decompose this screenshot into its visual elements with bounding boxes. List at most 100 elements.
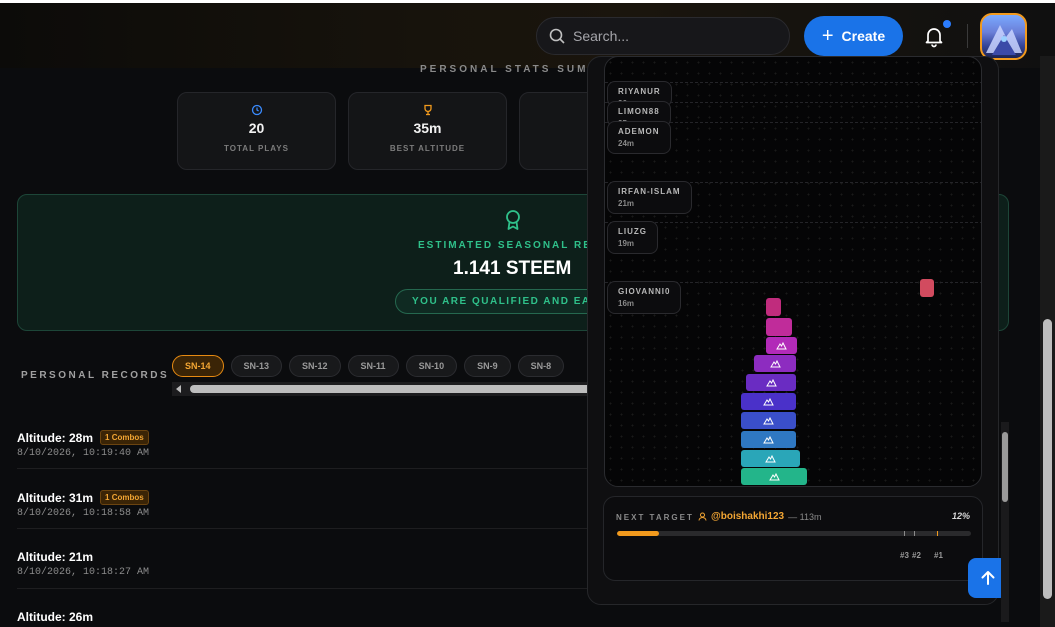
record-divider bbox=[17, 468, 597, 469]
rank-label: #1 bbox=[934, 551, 943, 560]
tower-block bbox=[741, 450, 800, 467]
progress-bar bbox=[617, 531, 971, 536]
record-item: Altitude: 31m 1 Combos 8/10/2026, 10:18:5… bbox=[17, 490, 597, 519]
bell-icon[interactable] bbox=[922, 24, 946, 48]
marker-height: 19m bbox=[618, 239, 635, 248]
season-scrollbar[interactable] bbox=[172, 382, 610, 396]
record-timestamp: 8/10/2026, 10:18:58 AM bbox=[17, 508, 150, 519]
record-altitude: Altitude: 31m bbox=[17, 490, 94, 505]
marker-line bbox=[605, 222, 981, 223]
leaderboard-marker: LIUZG 19m bbox=[607, 221, 658, 254]
record-altitude: Altitude: 26m bbox=[17, 610, 94, 624]
mountain-icon bbox=[776, 341, 787, 350]
tower-block bbox=[766, 337, 797, 354]
season-tabs: SN-14 SN-13 SN-12 SN-11 SN-10 SN-9 SN-8 bbox=[172, 355, 565, 377]
combo-badge: 1 Combos bbox=[100, 430, 149, 445]
marker-name: RIYANUR bbox=[618, 87, 661, 96]
mountain-icon bbox=[763, 416, 774, 425]
next-target-label: NEXT TARGET bbox=[616, 513, 694, 522]
arrow-up-icon bbox=[981, 571, 995, 585]
create-button[interactable]: + Create bbox=[804, 16, 903, 56]
leaderboard-marker: ADEMON 24m bbox=[607, 121, 671, 154]
mountain-icon bbox=[765, 454, 776, 463]
rank-tick bbox=[914, 531, 915, 536]
notification-dot bbox=[943, 20, 951, 28]
header-divider bbox=[967, 24, 968, 48]
target-distance: — 113m bbox=[788, 511, 822, 522]
history-icon bbox=[251, 104, 262, 116]
marker-name: LIMON88 bbox=[618, 107, 660, 116]
reward-value: 1.141 STEEM bbox=[453, 258, 572, 279]
tab-sn-9[interactable]: SN-9 bbox=[464, 355, 511, 377]
mountain-icon bbox=[768, 472, 780, 481]
scrollbar-thumb[interactable] bbox=[190, 385, 610, 393]
tab-sn-10[interactable]: SN-10 bbox=[405, 355, 458, 377]
avatar[interactable] bbox=[980, 13, 1027, 60]
panel-scrollbar[interactable] bbox=[1001, 422, 1009, 622]
award-icon bbox=[506, 210, 520, 230]
stat-card-best-altitude: 35m BEST ALTITUDE bbox=[348, 92, 507, 170]
record-timestamp: 8/10/2026, 10:19:40 AM bbox=[17, 448, 150, 459]
rank-tick bbox=[904, 531, 905, 536]
user-icon bbox=[698, 512, 707, 521]
stat-label: TOTAL PLAYS bbox=[224, 144, 289, 153]
rank-label: #2 bbox=[912, 551, 921, 560]
record-item: Altitude: 26m bbox=[17, 610, 597, 624]
marker-name: GIOVANNI0 bbox=[618, 287, 671, 296]
records-title: PERSONAL RECORDS bbox=[21, 370, 170, 381]
record-timestamp: 8/10/2026, 10:18:27 AM bbox=[17, 567, 150, 578]
target-user[interactable]: @boishakhi123 — 113m bbox=[698, 511, 821, 522]
tower-block bbox=[741, 393, 796, 410]
search-placeholder: Search... bbox=[573, 28, 630, 44]
mountain-icon bbox=[763, 435, 774, 444]
falling-block bbox=[920, 279, 934, 297]
game-canvas[interactable]: RIYANUR 26m LIMON88 25m ADEMON 24m IRFAN… bbox=[604, 56, 982, 487]
tower-block bbox=[741, 431, 796, 448]
tower-block bbox=[741, 468, 807, 485]
tower-block bbox=[766, 298, 781, 316]
plus-icon: + bbox=[821, 25, 834, 47]
tower-block bbox=[754, 355, 796, 372]
rank-tick bbox=[937, 531, 938, 536]
next-target-card: NEXT TARGET @boishakhi123 — 113m 12% #3 … bbox=[603, 496, 983, 581]
record-item: Altitude: 21m 8/10/2026, 10:18:27 AM bbox=[17, 550, 597, 578]
mountain-icon bbox=[763, 397, 774, 406]
record-divider bbox=[17, 588, 597, 589]
tab-sn-14[interactable]: SN-14 bbox=[172, 355, 224, 377]
marker-height: 21m bbox=[618, 199, 635, 208]
record-divider bbox=[17, 528, 597, 529]
marker-name: ADEMON bbox=[618, 127, 660, 136]
marker-name: IRFAN-ISLAM bbox=[618, 187, 681, 196]
tower-block bbox=[766, 318, 792, 336]
create-label: Create bbox=[841, 28, 886, 44]
avatar-image bbox=[986, 25, 1022, 55]
mountain-icon bbox=[769, 359, 781, 368]
stat-value: 35m bbox=[413, 120, 442, 136]
progress-fill bbox=[617, 531, 660, 536]
record-item: Altitude: 28m 1 Combos 8/10/2026, 10:19:4… bbox=[17, 430, 597, 459]
rank-label: #3 bbox=[900, 551, 909, 560]
marker-name: LIUZG bbox=[618, 227, 647, 236]
stat-label: BEST ALTITUDE bbox=[389, 144, 466, 153]
leaderboard-marker: GIOVANNI0 16m bbox=[607, 281, 682, 314]
marker-height: 16m bbox=[618, 299, 635, 308]
page-scrollbar[interactable] bbox=[1040, 56, 1055, 627]
scrollbar-thumb[interactable] bbox=[1043, 319, 1052, 599]
record-altitude: Altitude: 28m bbox=[17, 430, 94, 445]
tab-sn-11[interactable]: SN-11 bbox=[347, 355, 399, 377]
tower-block bbox=[741, 412, 796, 429]
tower-block bbox=[746, 374, 796, 391]
scroll-left-icon[interactable] bbox=[176, 385, 181, 393]
combo-badge: 1 Combos bbox=[100, 490, 149, 505]
tab-sn-8[interactable]: SN-8 bbox=[517, 355, 565, 377]
stat-card-total-plays: 20 TOTAL PLAYS bbox=[177, 92, 336, 170]
stat-value: 20 bbox=[248, 120, 265, 136]
tab-sn-13[interactable]: SN-13 bbox=[230, 355, 283, 377]
tab-sn-12[interactable]: SN-12 bbox=[289, 355, 341, 377]
trophy-icon bbox=[423, 104, 432, 116]
record-altitude: Altitude: 21m bbox=[17, 550, 94, 564]
search-icon bbox=[549, 28, 565, 44]
scrollbar-thumb[interactable] bbox=[1002, 432, 1008, 502]
marker-height: 24m bbox=[618, 139, 635, 148]
search-input[interactable]: Search... bbox=[536, 17, 790, 55]
